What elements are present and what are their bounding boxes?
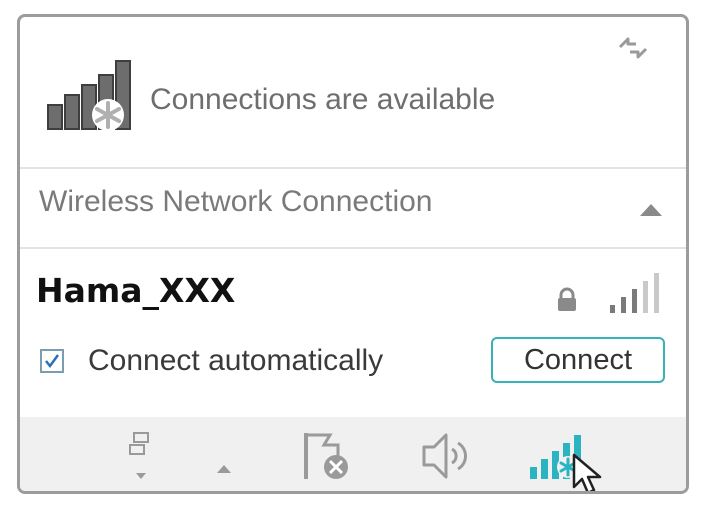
network-ssid: Hama_XXX	[36, 271, 236, 310]
connect-automatically-label: Connect automatically	[88, 344, 384, 377]
checkmark-icon	[45, 354, 60, 369]
caret-up-icon[interactable]	[638, 201, 664, 219]
action-center-flag-icon[interactable]	[300, 431, 350, 483]
network-icon[interactable]	[128, 431, 154, 485]
wireless-section-header[interactable]: Wireless Network Connection	[20, 169, 686, 247]
checkbox[interactable]	[40, 349, 64, 373]
volume-icon[interactable]	[420, 431, 472, 481]
section-title: Wireless Network Connection	[39, 185, 433, 218]
wifi-signal-star-icon	[47, 60, 131, 131]
taskbar-tray	[20, 417, 686, 491]
connect-automatically-checkbox[interactable]: Connect automatically	[40, 341, 383, 381]
mouse-cursor-icon	[572, 453, 602, 491]
signal-strength-icon	[610, 273, 659, 313]
lock-icon	[558, 287, 576, 311]
connect-button[interactable]: Connect	[491, 337, 665, 383]
show-hidden-icons-arrow[interactable]	[216, 463, 232, 475]
refresh-icon[interactable]	[616, 33, 650, 63]
connection-status-text: Connections are available	[150, 83, 496, 116]
network-flyout-panel: Connections are available Wireless Netwo…	[17, 14, 689, 494]
network-list-item[interactable]: Hama_XXX Connect automatically Connect	[20, 249, 686, 415]
